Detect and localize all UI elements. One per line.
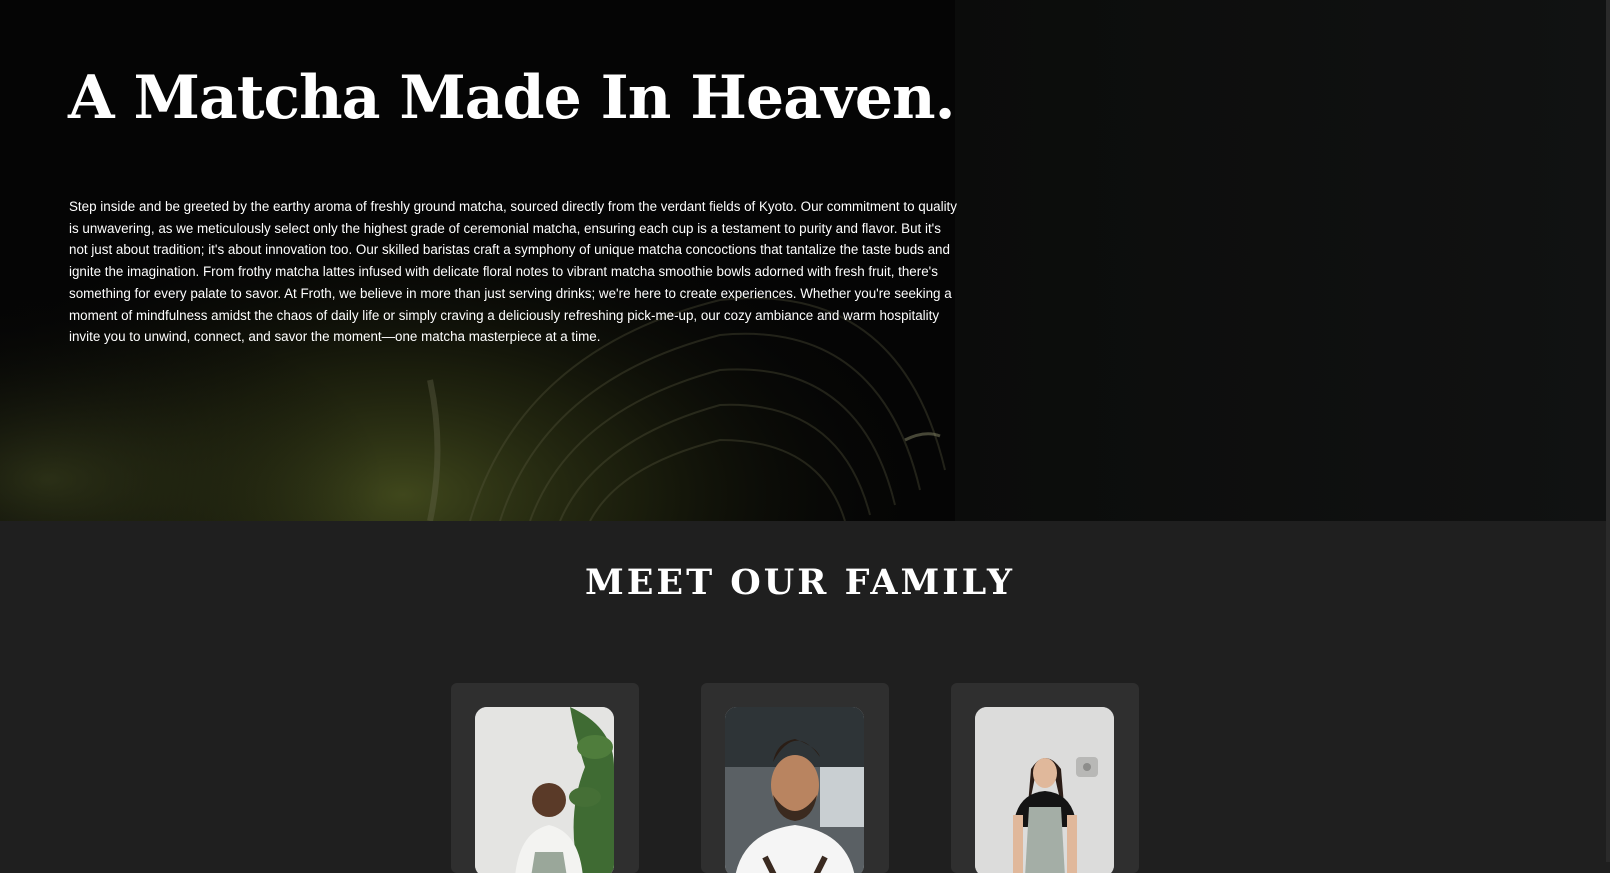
- page-scrollbar[interactable]: [1606, 0, 1610, 862]
- team-member-photo: [975, 707, 1114, 873]
- team-member-photo: [475, 707, 614, 873]
- hero-title: A Matcha Made In Heaven.: [68, 63, 956, 133]
- team-member-card[interactable]: [451, 683, 639, 873]
- team-member-card[interactable]: [951, 683, 1139, 873]
- hero-section: A Matcha Made In Heaven. Step inside and…: [0, 0, 1610, 521]
- team-member-photo: [725, 707, 864, 873]
- hero-description: Step inside and be greeted by the earthy…: [69, 199, 957, 345]
- family-section-title: MEET OUR FAMILY: [584, 562, 1016, 603]
- team-member-card[interactable]: [701, 683, 889, 873]
